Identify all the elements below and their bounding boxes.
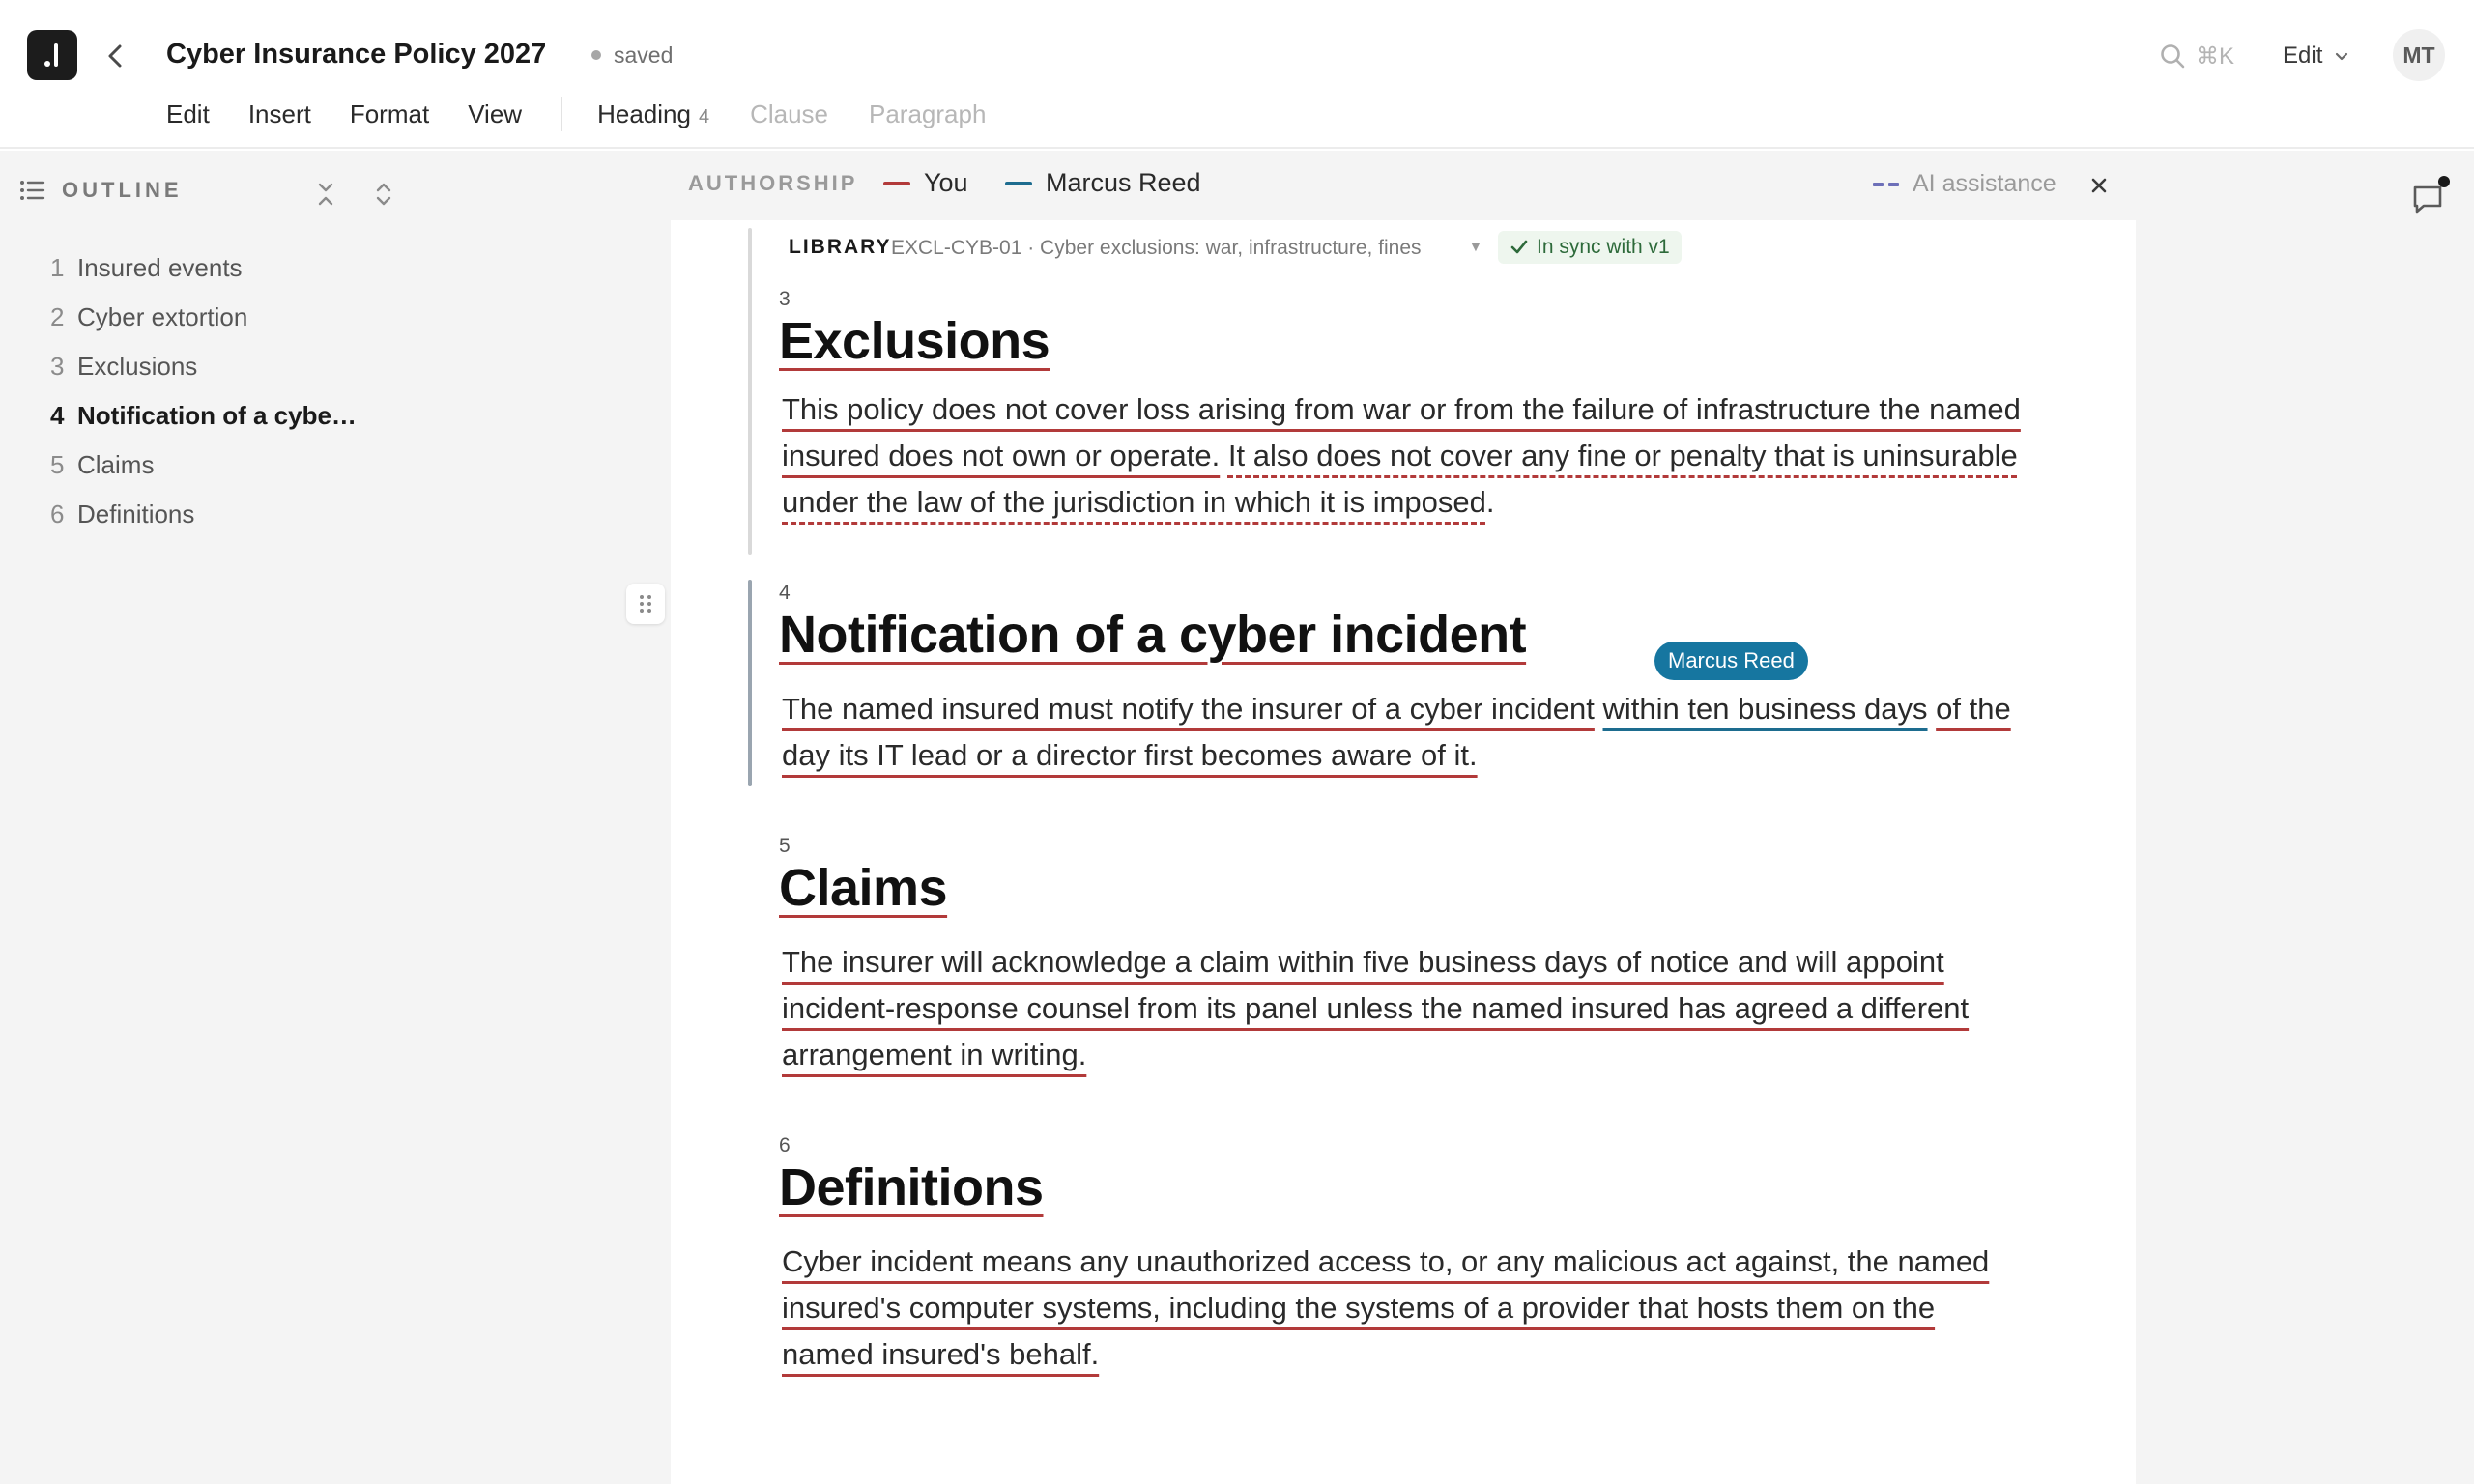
section-number: 5 xyxy=(779,835,791,857)
section-heading[interactable]: Claims xyxy=(779,858,948,918)
block-type-paragraph[interactable]: Paragraph xyxy=(869,100,986,129)
outline-header: OUTLINE xyxy=(19,178,183,203)
text-by-collaborator: within ten business days xyxy=(1602,692,1928,726)
library-sync-label: In sync with v1 xyxy=(1537,236,1670,258)
outline-item-number: 2 xyxy=(50,302,65,331)
block-type-heading-label: Heading xyxy=(597,99,691,128)
mode-label: Edit xyxy=(2283,43,2323,69)
menu-view[interactable]: View xyxy=(468,100,522,129)
legend-ai[interactable]: AI assistance xyxy=(1873,170,2057,198)
library-sync-badge: In sync with v1 xyxy=(1498,231,1682,264)
outline-list: 1 Insured events 2 Cyber extortion 3 Exclus… xyxy=(50,243,357,539)
outline-item-exclusions[interactable]: 3 Exclusions xyxy=(50,342,357,391)
save-status: saved xyxy=(614,43,674,68)
menu-edit[interactable]: Edit xyxy=(166,100,210,129)
section-body[interactable]: The named insured must notify the insure… xyxy=(782,686,2028,779)
chevron-down-icon xyxy=(2336,52,2348,61)
document-title[interactable]: Cyber Insurance Policy 2027 xyxy=(166,39,546,71)
menu-divider xyxy=(561,97,563,131)
library-label: LIBRARY xyxy=(789,236,892,258)
section-number: 3 xyxy=(779,288,791,310)
text-by-you: The named insured must notify the insure… xyxy=(782,692,1595,726)
close-icon[interactable] xyxy=(2086,172,2113,199)
outline-sidebar: OUTLINE 1 Insured events 2 Cyber extortion… xyxy=(0,151,671,1484)
section-bar xyxy=(748,228,752,555)
comments-gutter xyxy=(2136,151,2474,1484)
legend-collaborator[interactable]: Marcus Reed xyxy=(1005,168,1201,198)
app-logo-icon[interactable] xyxy=(27,30,77,80)
expand-all-icon[interactable] xyxy=(369,180,398,209)
outline-item-label: Exclusions xyxy=(77,352,198,381)
legend-ai-label: AI assistance xyxy=(1913,170,2057,197)
outline-item-label: Definitions xyxy=(77,499,195,528)
library-row: LIBRARY EXCL-CYB-01 · Cyber exclusions: … xyxy=(671,228,2136,267)
outline-item-definitions[interactable]: 6 Definitions xyxy=(50,490,357,539)
ai-swatch xyxy=(1873,182,1899,186)
authorship-label: AUTHORSHIP xyxy=(688,171,858,195)
section-body[interactable]: Cyber incident means any unauthorized ac… xyxy=(782,1239,2028,1378)
collaborator-presence-badge: Marcus Reed xyxy=(1654,642,1808,680)
text-end: . xyxy=(1485,485,1495,519)
menu-format[interactable]: Format xyxy=(350,100,429,129)
outline-item-claims[interactable]: 5 Claims xyxy=(50,441,357,490)
section-number: 4 xyxy=(779,582,791,604)
section-heading[interactable]: Exclusions xyxy=(779,311,1050,371)
section-body[interactable]: This policy does not cover loss arising … xyxy=(782,386,2028,526)
menu-bar: Edit Insert Format View Heading 4 Clause … xyxy=(166,95,1026,133)
collaborator-swatch xyxy=(1005,181,1032,186)
authorship-bar: AUTHORSHIP You Marcus Reed AI assistance xyxy=(671,151,2136,220)
outline-title: OUTLINE xyxy=(62,178,183,202)
search-shortcut: ⌘K xyxy=(2196,43,2235,70)
outline-list-icon xyxy=(20,181,45,200)
unread-comments-dot xyxy=(2438,176,2450,187)
section-number: 6 xyxy=(779,1134,791,1156)
outline-item-number: 6 xyxy=(50,499,65,528)
comment-icon[interactable] xyxy=(2410,182,2445,216)
outline-item-label: Insured events xyxy=(77,253,243,282)
document-canvas: AUTHORSHIP You Marcus Reed AI assistance… xyxy=(671,151,2136,1484)
save-status-dot xyxy=(591,50,601,60)
search-button[interactable]: ⌘K xyxy=(2159,39,2234,73)
section-heading[interactable]: Definitions xyxy=(779,1157,1044,1217)
mode-dropdown[interactable]: Edit xyxy=(2283,39,2351,73)
legend-you-label: You xyxy=(924,168,968,197)
checkmark-icon xyxy=(1510,240,1528,254)
outline-item-cyber-extortion[interactable]: 2 Cyber extortion xyxy=(50,293,357,342)
block-type-clause[interactable]: Clause xyxy=(750,100,828,129)
outline-item-insured-events[interactable]: 1 Insured events xyxy=(50,243,357,293)
legend-collaborator-label: Marcus Reed xyxy=(1046,168,1201,197)
drag-handle-icon[interactable] xyxy=(626,584,665,624)
block-type-heading[interactable]: Heading 4 xyxy=(597,100,709,129)
top-bar: Cyber Insurance Policy 2027 saved ⌘K Edi… xyxy=(0,0,2474,149)
outline-item-label: Cyber extortion xyxy=(77,302,248,331)
menu-insert[interactable]: Insert xyxy=(248,100,311,129)
section-heading[interactable]: Notification of a cyber incident xyxy=(779,605,1527,665)
caret-down-icon[interactable]: ▼ xyxy=(1469,239,1482,254)
you-swatch xyxy=(883,181,910,186)
user-avatar[interactable]: MT xyxy=(2393,29,2445,81)
heading-level: 4 xyxy=(698,105,710,128)
outline-item-number: 4 xyxy=(50,401,65,430)
legend-you[interactable]: You xyxy=(883,168,968,198)
back-arrow-icon[interactable] xyxy=(102,37,129,75)
collapse-all-icon[interactable] xyxy=(311,180,340,209)
outline-item-number: 1 xyxy=(50,253,65,282)
outline-item-label: Notification of a cybe… xyxy=(77,401,357,430)
outline-item-label: Claims xyxy=(77,450,155,479)
outline-item-number: 3 xyxy=(50,352,65,381)
outline-item-number: 5 xyxy=(50,450,65,479)
outline-item-notification[interactable]: 4 Notification of a cybe… xyxy=(50,391,357,441)
search-icon xyxy=(2161,44,2185,69)
library-reference[interactable]: EXCL-CYB-01 · Cyber exclusions: war, inf… xyxy=(891,237,1422,260)
section-body[interactable]: The insurer will acknowledge a claim wit… xyxy=(782,939,2028,1078)
section-bar-active xyxy=(748,580,752,786)
